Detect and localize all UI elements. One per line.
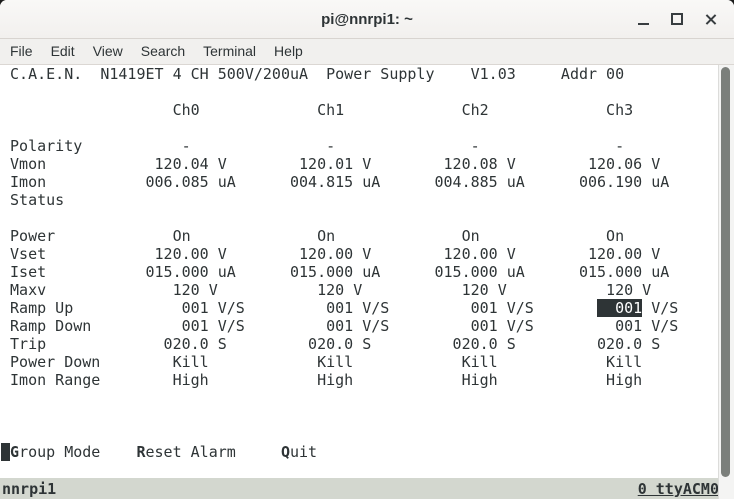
terminal-area: C.A.E.N. N1419ET 4 CH 500V/200uA Power S…: [0, 65, 734, 499]
terminal-row-21: Group Mode Reset Alarm Quit: [1, 443, 720, 461]
terminal-row-6: Imon 006.085 uA 004.815 uA 004.885 uA 00…: [1, 173, 720, 191]
menu-edit[interactable]: Edit: [42, 39, 84, 64]
terminal-text: Vmon 120.04 V 120.01 V 120.08 V 120.06 V: [1, 155, 660, 173]
terminal-row-3: [1, 119, 720, 137]
terminal-text: Ramp Down 001 V/S 001 V/S 001 V/S 001 V/…: [1, 317, 678, 335]
terminal-window: pi@nnrpi1: ~ File Edit View Search Termi…: [0, 0, 734, 499]
status-hostname: nnrpi1: [0, 480, 56, 498]
maximize-icon: [671, 13, 683, 25]
terminal-text: Status: [1, 191, 64, 209]
terminal-text: Power Down Kill Kill Kill Kill: [1, 353, 642, 371]
terminal-text: Imon Range High High High High: [1, 371, 642, 389]
quit-hotkey[interactable]: Q: [281, 443, 290, 461]
terminal-row-14: Ramp Down 001 V/S 001 V/S 001 V/S 001 V/…: [1, 317, 720, 335]
menu-view[interactable]: View: [84, 39, 132, 64]
terminal-row-19: [1, 407, 720, 425]
status-tty: 0 ttyACM0: [638, 480, 719, 498]
terminal-screen[interactable]: C.A.E.N. N1419ET 4 CH 500V/200uA Power S…: [0, 65, 720, 479]
terminal-text: [100, 443, 136, 461]
terminal-row-7: Status: [1, 191, 720, 209]
selected-ramp-up-ch3-value[interactable]: 001: [597, 299, 642, 317]
terminal-row-8: [1, 209, 720, 227]
terminal-text: Ch0 Ch1 Ch2 Ch3: [1, 101, 633, 119]
scrollbar[interactable]: [718, 65, 734, 499]
terminal-row-11: Iset 015.000 uA 015.000 uA 015.000 uA 01…: [1, 263, 720, 281]
minimize-icon: [638, 23, 649, 25]
terminal-row-1: [1, 83, 720, 101]
terminal-text: Trip 020.0 S 020.0 S 020.0 S 020.0 S: [1, 335, 660, 353]
close-icon: [705, 13, 718, 26]
terminal-row-12: Maxv 120 V 120 V 120 V 120 V: [1, 281, 720, 299]
terminal-text: C.A.E.N. N1419ET 4 CH 500V/200uA Power S…: [1, 65, 624, 83]
terminal-text: Imon 006.085 uA 004.815 uA 004.885 uA 00…: [1, 173, 669, 191]
terminal-text: [236, 443, 281, 461]
minimize-button[interactable]: [626, 5, 660, 33]
terminal-row-0: C.A.E.N. N1419ET 4 CH 500V/200uA Power S…: [1, 65, 720, 83]
scrollbar-thumb[interactable]: [721, 67, 730, 477]
group-mode-command[interactable]: roup Mode: [19, 443, 100, 461]
reset-alarm-hotkey[interactable]: R: [136, 443, 145, 461]
close-button[interactable]: [694, 5, 728, 33]
terminal-text: V/S: [642, 299, 678, 317]
terminal-row-13: Ramp Up 001 V/S 001 V/S 001 V/S 001 V/S: [1, 299, 720, 317]
terminal-text: Vset 120.00 V 120.00 V 120.00 V 120.00 V: [1, 245, 660, 263]
menubar: File Edit View Search Terminal Help: [0, 39, 734, 65]
terminal-text: Polarity - - - -: [1, 137, 624, 155]
terminal-row-18: [1, 389, 720, 407]
menu-help[interactable]: Help: [265, 39, 312, 64]
window-title: pi@nnrpi1: ~: [321, 11, 413, 28]
terminal-row-20: [1, 425, 720, 443]
terminal-text: Power On On On On: [1, 227, 624, 245]
terminal-row-10: Vset 120.00 V 120.00 V 120.00 V 120.00 V: [1, 245, 720, 263]
terminal-row-4: Polarity - - - -: [1, 137, 720, 155]
terminal-row-17: Imon Range High High High High: [1, 371, 720, 389]
group-mode-hotkey[interactable]: G: [10, 443, 19, 461]
menu-search[interactable]: Search: [132, 39, 194, 64]
terminal-row-9: Power On On On On: [1, 227, 720, 245]
menu-terminal[interactable]: Terminal: [194, 39, 265, 64]
terminal-text: Iset 015.000 uA 015.000 uA 015.000 uA 01…: [1, 263, 669, 281]
terminal-row-2: Ch0 Ch1 Ch2 Ch3: [1, 101, 720, 119]
quit-command[interactable]: uit: [290, 443, 317, 461]
terminal-cursor: [1, 443, 10, 461]
terminal-text: Maxv 120 V 120 V 120 V 120 V: [1, 281, 651, 299]
reset-alarm-command[interactable]: eset Alarm: [146, 443, 236, 461]
menu-file[interactable]: File: [1, 39, 42, 64]
terminal-row-5: Vmon 120.04 V 120.01 V 120.08 V 120.06 V: [1, 155, 720, 173]
titlebar[interactable]: pi@nnrpi1: ~: [0, 0, 734, 39]
window-controls: [626, 0, 728, 38]
terminal-text: Ramp Up 001 V/S 001 V/S 001 V/S: [1, 299, 597, 317]
terminal-row-22: [1, 461, 720, 479]
terminal-row-16: Power Down Kill Kill Kill Kill: [1, 353, 720, 371]
terminal-statusbar: nnrpi1 0 ttyACM0: [0, 478, 719, 499]
terminal-row-15: Trip 020.0 S 020.0 S 020.0 S 020.0 S: [1, 335, 720, 353]
maximize-button[interactable]: [660, 5, 694, 33]
